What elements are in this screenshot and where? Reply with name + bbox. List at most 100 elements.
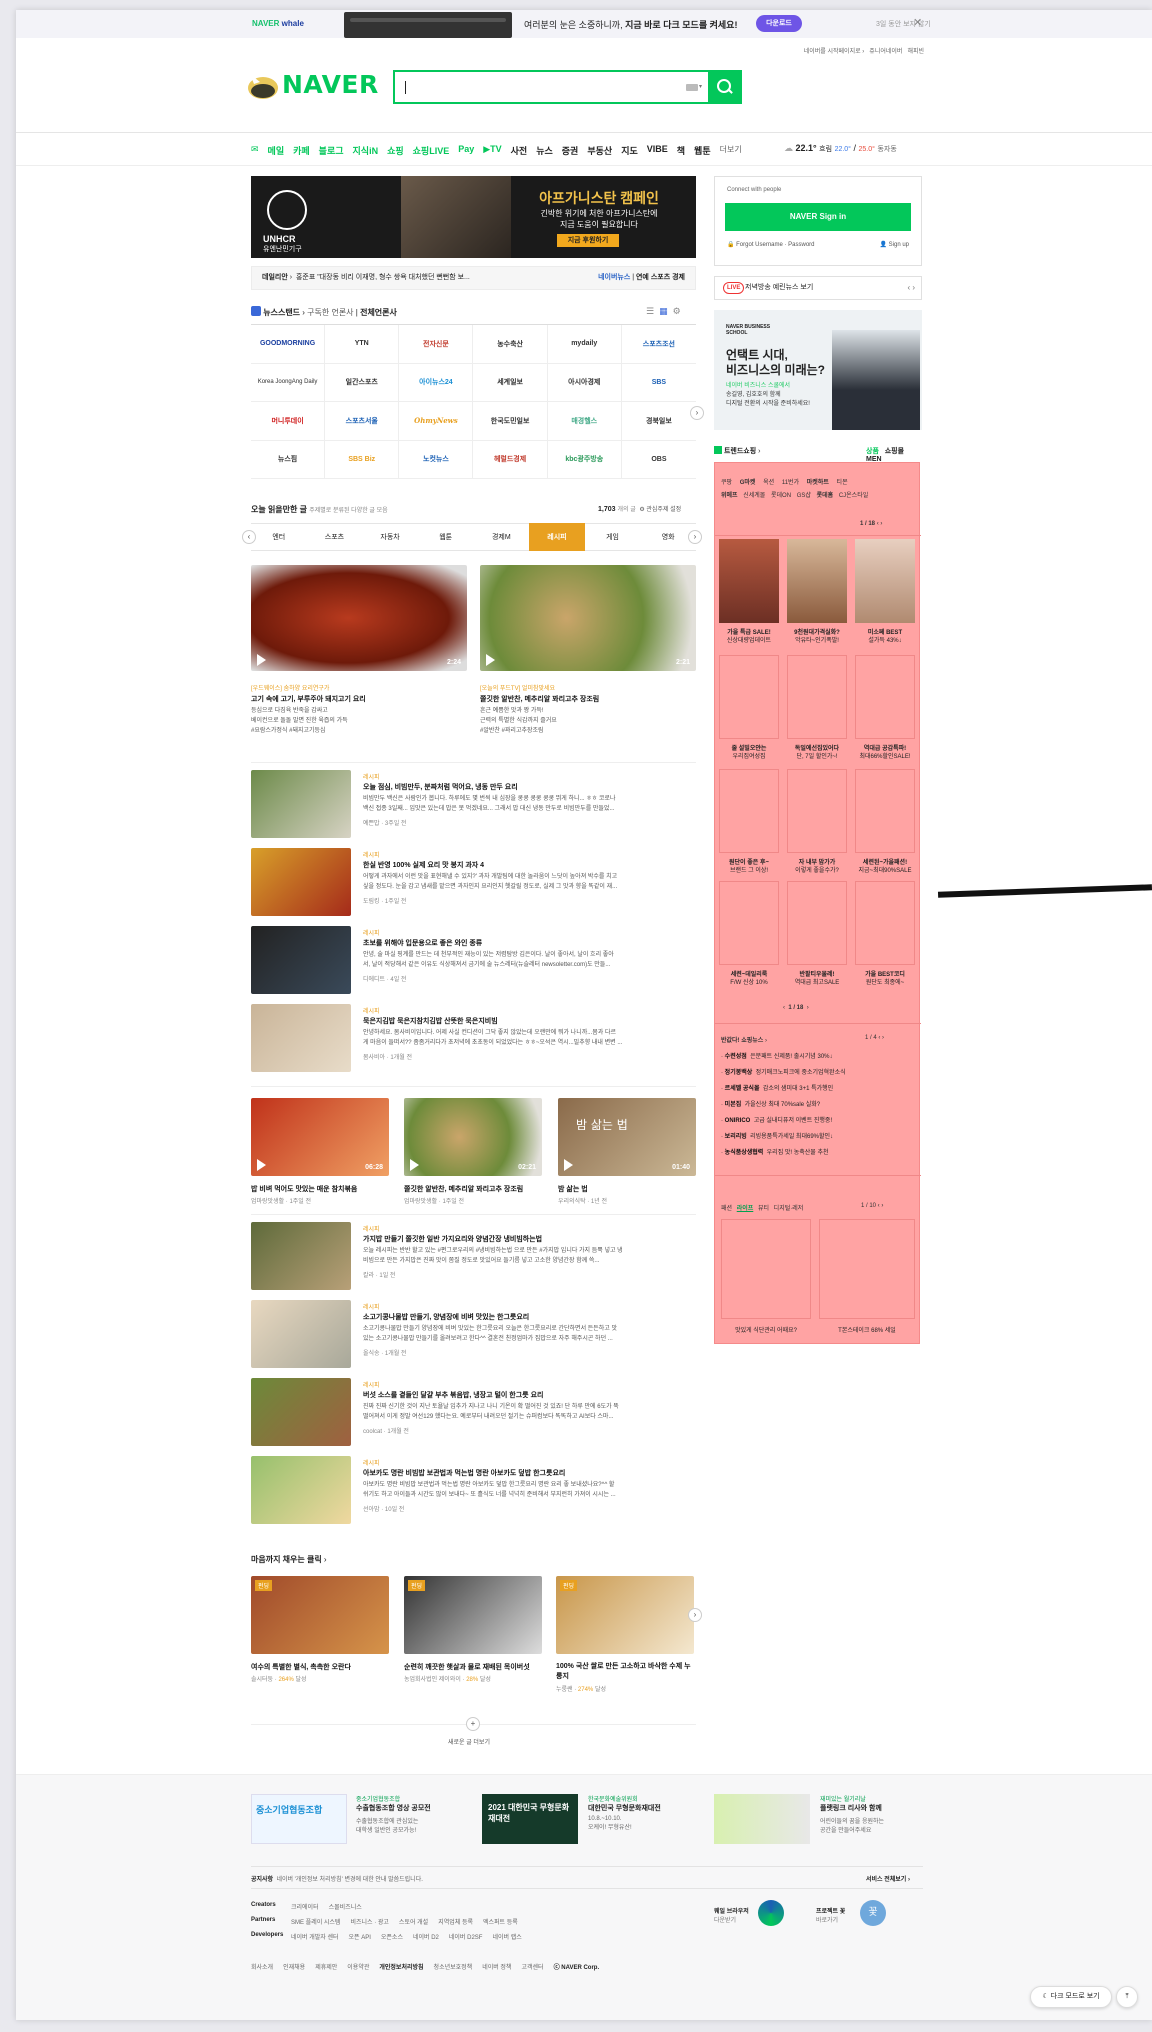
headline-text[interactable]: 홍준표 "대장동 비리 이재명, 형수 쌍욕 대처했던 뻔뻔함 보...: [296, 274, 470, 281]
nav-book[interactable]: 책: [677, 144, 685, 157]
footer-ad-image[interactable]: [714, 1794, 810, 1844]
happybean-link[interactable]: 해피빈: [907, 49, 924, 55]
nav-news[interactable]: 뉴스: [536, 144, 553, 157]
nav-tv[interactable]: ▶TV: [483, 144, 501, 157]
business-school-ad[interactable]: NAVER BUSINESS SCHOOL 언택트 시대, 비즈니스의 미래는? …: [714, 310, 922, 430]
chip-economy[interactable]: 경제M: [473, 523, 530, 551]
footer-ad[interactable]: 중소기업협동조합 수출협동조합 영상 공모전 수출협동조합에 관심있는 대학생 일반인…: [356, 1794, 431, 1834]
article-title[interactable]: 초보를 위해야 입문용으로 좋은 와인 종류: [363, 938, 482, 948]
video-title[interactable]: 쫄깃한 알반찬, 메추리알 꽈리고추 장조림: [404, 1184, 523, 1194]
outlet-logo[interactable]: 일간스포츠: [325, 363, 400, 402]
outlet-logo[interactable]: 스포츠조선: [621, 325, 696, 364]
video-thumbnail[interactable]: 06:28: [251, 1098, 389, 1176]
nav-pay[interactable]: Pay: [458, 144, 474, 157]
funding-title[interactable]: 100% 국산 쌀로 만든 고소하고 바삭한 수제 누룽지: [556, 1662, 696, 1682]
product-image[interactable]: [855, 655, 915, 739]
search-box[interactable]: ▾: [393, 70, 742, 104]
dark-mode-button[interactable]: ☾ 다크 모드로 보기: [1030, 1986, 1112, 2008]
outlet-logo[interactable]: OBS: [621, 441, 696, 479]
outlet-logo[interactable]: GOODMORNING: [251, 325, 326, 364]
chip-car[interactable]: 자동차: [362, 523, 418, 551]
list-view-icon[interactable]: ☰: [646, 306, 654, 316]
product-image[interactable]: [719, 655, 779, 739]
load-more-button[interactable]: 새로운 글 더보기: [448, 1737, 490, 1746]
tab-entertain[interactable]: 연예: [636, 274, 649, 281]
forgot-password-link[interactable]: Password: [788, 242, 814, 248]
search-input[interactable]: [407, 78, 657, 96]
list-item[interactable]: 레시피 묵은지김밥 묵은지참치김밥 산뜻한 묵은지비빔 안녕하세요. 봄사비이입…: [251, 1004, 696, 1078]
funding-header[interactable]: 마음까지 채우는 클릭 ›: [251, 1554, 327, 1565]
chip-game[interactable]: 게임: [584, 523, 641, 551]
footer-ad[interactable]: 재미있는 월기리날 플랫링크 리사와 함께 어린이들의 꿈을 응원하는 공간을 만들어…: [820, 1794, 884, 1834]
article-title[interactable]: 오늘 점심, 비빔만두, 분짜처럼 먹어요, 냉동 만두 요리: [363, 782, 518, 792]
outlet-logo[interactable]: 경북일보: [621, 402, 696, 441]
funding-next-arrow[interactable]: ›: [688, 1608, 702, 1622]
product-image[interactable]: [721, 1219, 811, 1319]
next-arrow[interactable]: ›: [880, 521, 882, 527]
product-image[interactable]: [719, 769, 779, 853]
outlet-logo[interactable]: 스포츠서울: [325, 402, 400, 441]
video-title[interactable]: 쫄깃한 알반찬, 메추리알 꽈리고추 장조림: [480, 694, 599, 704]
outlet-logo[interactable]: 헤럴드경제: [473, 440, 548, 479]
video-title[interactable]: 밤 삶는 법: [558, 1184, 588, 1194]
nav-shopping[interactable]: 쇼핑: [387, 144, 404, 157]
article-title[interactable]: 묵은지김밥 묵은지참치김밥 산뜻한 묵은지비빔: [363, 1016, 498, 1026]
product-image[interactable]: [719, 881, 779, 965]
outlet-logo[interactable]: 아시아경제: [547, 363, 622, 402]
product-image[interactable]: [787, 539, 847, 623]
outlet-logo[interactable]: 노컷뉴스: [399, 440, 474, 479]
live-nav-arrows[interactable]: ‹ ›: [907, 277, 915, 299]
outlet-logo[interactable]: SBS Biz: [325, 440, 400, 479]
search-button[interactable]: [708, 72, 740, 102]
chips-next-arrow[interactable]: ›: [688, 530, 702, 544]
set-homepage-link[interactable]: 네이버를 시작페이지로: [804, 49, 861, 55]
donate-button[interactable]: 지금 후원하기: [557, 234, 619, 247]
keyboard-icon[interactable]: [686, 84, 698, 91]
headline-bar[interactable]: 데일리안 › 홍준표 "대장동 비리 이재명, 형수 쌍욕 대처했던 뻔뻔함 보…: [251, 266, 696, 290]
outlet-logo[interactable]: 아이뉴스24: [399, 363, 474, 402]
tab-sports[interactable]: 스포츠: [651, 274, 670, 281]
video-thumbnail[interactable]: 2:24: [251, 565, 467, 671]
cat-fashion[interactable]: 패션: [721, 1206, 732, 1212]
interest-setting[interactable]: ⚙ 관심주제 설정: [638, 507, 681, 513]
all-outlets[interactable]: 전체언론사: [360, 308, 397, 317]
outlet-logo[interactable]: SBS: [621, 364, 696, 402]
list-item[interactable]: 레시피 소고기콩나물밥 만들기, 양념장에 비벼 맛있는 한그릇요리 소고기콩나…: [251, 1300, 696, 1374]
cat-life[interactable]: 라이프: [737, 1206, 754, 1212]
funding-thumbnail[interactable]: 펀딩: [251, 1576, 389, 1654]
article-title[interactable]: 한실 반영 100% 실제 요리 맛 봉지 과자 4: [363, 860, 484, 870]
cat-digital[interactable]: 디지털·레저: [774, 1206, 804, 1212]
footer-ad[interactable]: 한국문화예술위원회 대한민국 무형문화재대전 10.8.~10.10. 오케이! 무형…: [588, 1794, 661, 1831]
settings-gear-icon[interactable]: ⚙: [673, 306, 681, 316]
video-title[interactable]: 고기 속에 고기, 부루주아 돼지고기 요리: [251, 694, 366, 704]
list-item[interactable]: · 정기봉백상 정기매크노피크에 중소기업혁완소식: [721, 1067, 846, 1079]
mall-keywords-row2[interactable]: 위메프 신세계몰 롯데ON GS샵 롯데홈 CJ온스타일: [721, 490, 868, 499]
product-image[interactable]: [855, 881, 915, 965]
next-arrow[interactable]: ›: [807, 1005, 809, 1011]
nav-dict[interactable]: 사전: [511, 144, 528, 157]
funding-title[interactable]: 순련히 깨끗한 햇살과 물로 재배된 목이버섯: [404, 1662, 530, 1672]
product-image[interactable]: [855, 769, 915, 853]
outlet-logo[interactable]: 농수축산: [473, 325, 548, 364]
unhcr-ad-banner[interactable]: UNHCR 유엔난민기구 아프가니스탄 캠페인 긴박한 위기에 처한 아프가니스탄…: [251, 176, 696, 258]
footer-ad-image[interactable]: 중소기업협동조합: [251, 1794, 347, 1844]
outlet-logo[interactable]: 전자신문: [399, 325, 474, 364]
chip-entertain[interactable]: 엔터: [251, 523, 307, 551]
tab-naver-news[interactable]: 네이버뉴스: [598, 274, 630, 281]
funding-thumbnail[interactable]: 펀딩: [404, 1576, 542, 1654]
list-item[interactable]: · ONIRICO 고급 실내디퓨저 이벤트 진행중!: [721, 1115, 832, 1127]
grid-view-icon[interactable]: ▦: [659, 306, 668, 316]
list-item[interactable]: · 농식품상생협력 우리집 맛! 농축산물 추천: [721, 1147, 829, 1159]
product-image[interactable]: [719, 539, 779, 623]
notice[interactable]: 공지사항 네이버 '개인정보 처리방침' 변경에 대한 안내 말씀드립니다.: [251, 1874, 423, 1883]
list-item[interactable]: 레시피 버섯 소스를 곁들인 달걀 부추 볶음밥, 냉장고 털이 한그릇 요리 …: [251, 1378, 696, 1452]
outlet-logo[interactable]: OhmyNews: [399, 402, 474, 441]
chip-recipe[interactable]: 레시피: [529, 523, 585, 551]
nav-kin[interactable]: 지식iN: [353, 144, 379, 157]
outlet-logo[interactable]: Korea JoongAng Daily: [251, 363, 326, 402]
project-flower-link[interactable]: 프로젝트 꽃 바로가기: [816, 1906, 845, 1924]
banner-hide-3days[interactable]: 3일 동안 보지 않기: [876, 19, 931, 29]
nav-stock[interactable]: 증권: [562, 144, 579, 157]
junior-naver-link[interactable]: 쥬니어네이버: [869, 49, 902, 55]
outlet-logo[interactable]: 매경헬스: [547, 402, 622, 441]
